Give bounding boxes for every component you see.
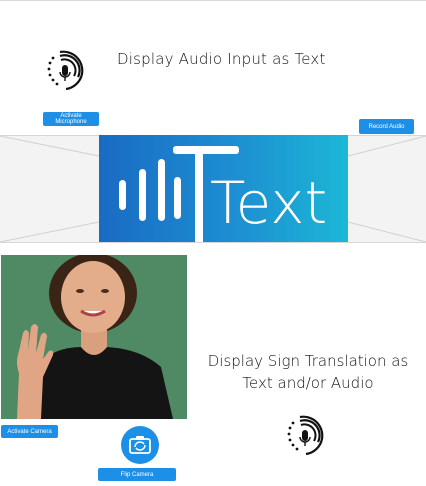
- sign-section-heading: Display Sign Translation as Text and/or …: [190, 350, 426, 394]
- record-audio-button[interactable]: Record Audio: [359, 119, 414, 134]
- audio-section-heading: Display Audio Input as Text: [117, 50, 326, 68]
- activate-camera-button[interactable]: Activate Camera: [1, 425, 58, 438]
- text-logo: Text: [99, 135, 348, 242]
- activate-microphone-button[interactable]: Activate Microphone: [43, 112, 99, 126]
- camera-flip-icon[interactable]: [121, 426, 159, 464]
- webcam-person-image: [1, 255, 187, 419]
- microphone-sound-icon: [47, 50, 84, 91]
- sign-heading-line2: Text and/or Audio: [242, 374, 374, 392]
- webcam-feed: [1, 255, 187, 419]
- flip-camera-button[interactable]: Flip Camera: [98, 468, 176, 481]
- microphone-sound-icon-2: [287, 415, 324, 456]
- logo-text: Text: [210, 169, 327, 237]
- top-divider: [0, 0, 426, 1]
- sign-heading-line1: Display Sign Translation as: [207, 352, 409, 370]
- camera-flip-glyph: [129, 436, 151, 454]
- text-logo-graphic: Text: [119, 146, 327, 242]
